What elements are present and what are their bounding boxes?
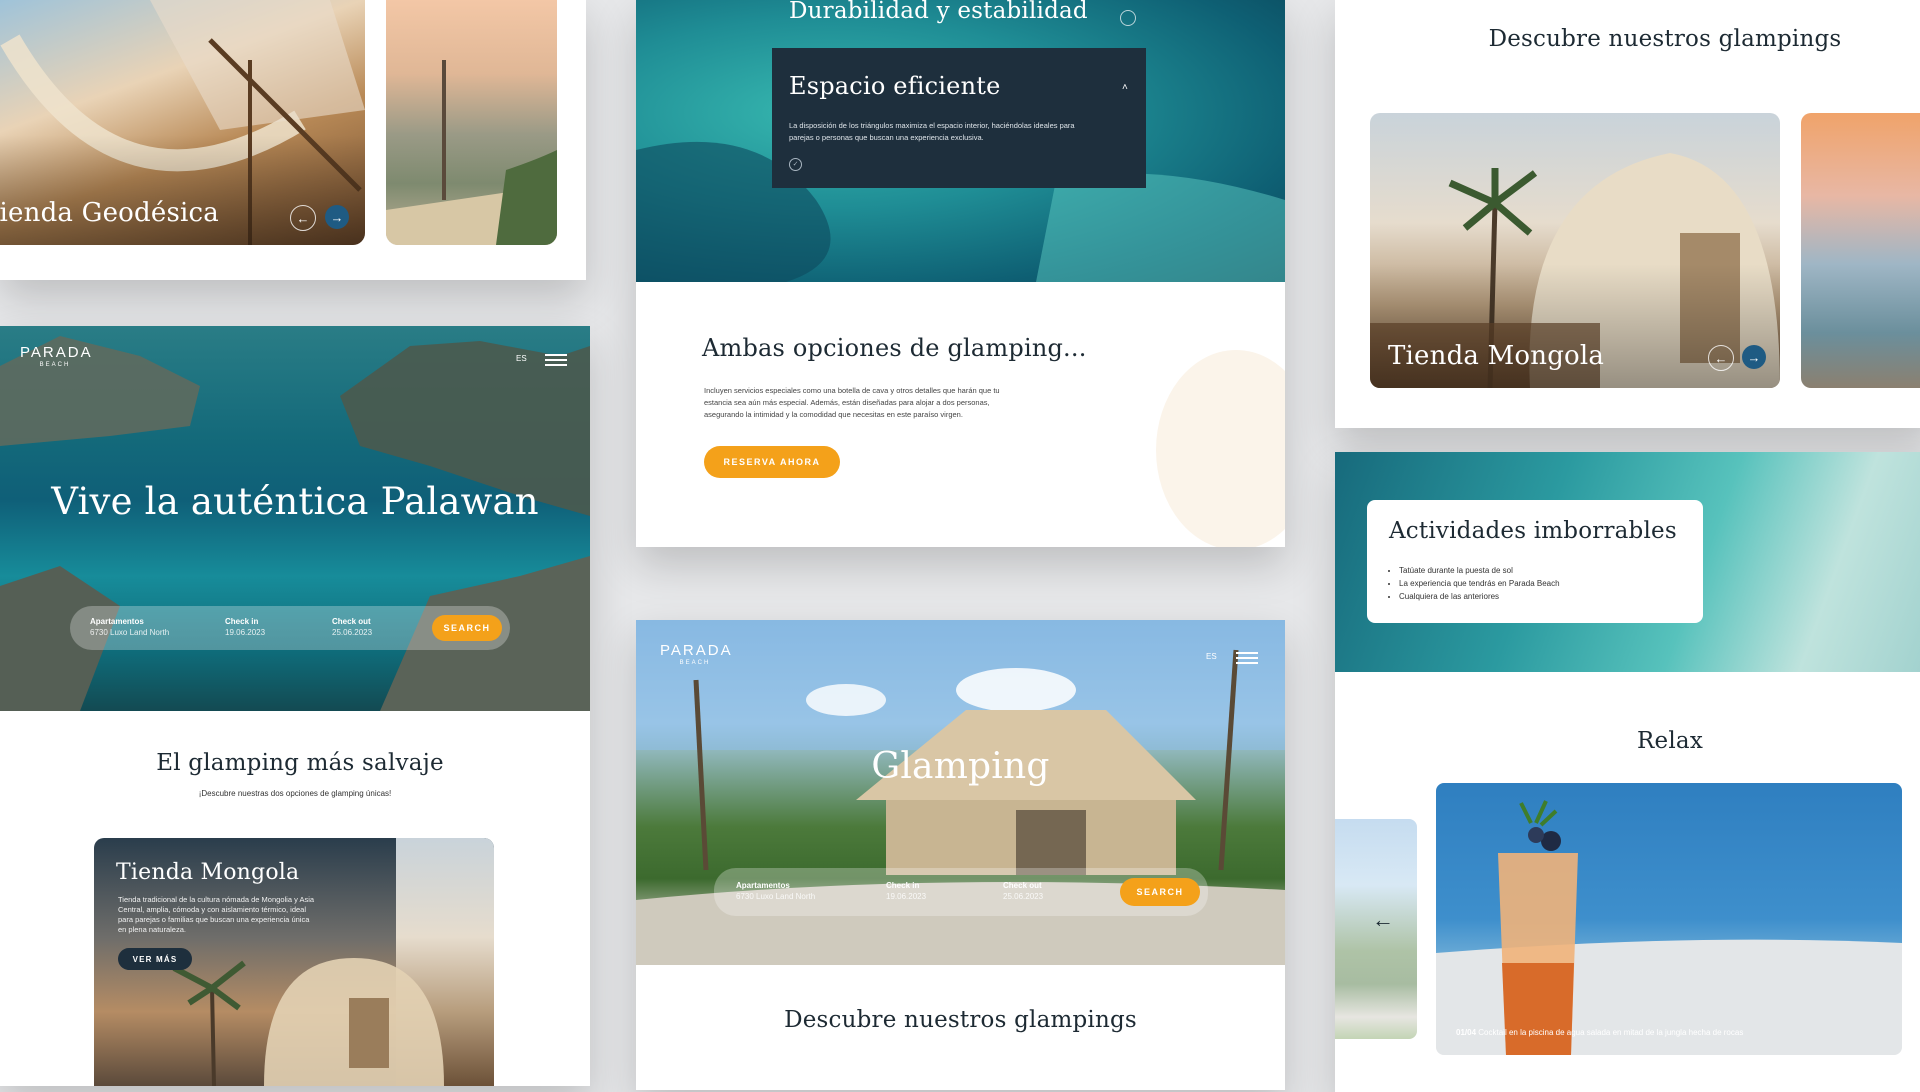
cocktail-photo: 01/04 Cocktail en la piscina de agua sal…: [1436, 783, 1902, 1055]
prev-arrow-icon-3[interactable]: ←: [1372, 907, 1394, 933]
prev-arrow-icon-2[interactable]: ←: [1708, 345, 1734, 371]
menu-icon[interactable]: [545, 354, 567, 366]
panel-title: Espacio eficiente: [789, 72, 1001, 100]
list-item: Cualquiera de las anteriores: [1399, 590, 1560, 603]
descubre-card: Descubre nuestros glampings Tienda Mongo…: [1335, 0, 1920, 428]
checkin-field-2[interactable]: Check in 19.06.2023: [886, 880, 926, 902]
mongola-slide-photo: Tienda Mongola ← →: [1370, 113, 1780, 388]
parada-logo[interactable]: PARADA BEACH: [20, 345, 93, 372]
section-subtitle: ¡Descubre nuestras dos opciones de glamp…: [198, 789, 392, 798]
aerial-sea-photo: Durabilidad y estabilidad Espacio eficie…: [636, 0, 1285, 282]
top-title: Durabilidad y estabilidad: [789, 0, 1088, 24]
hero-title: Vive la auténtica Palawan: [51, 480, 539, 523]
apartments-field-2[interactable]: Apartamentos 6730 Luxo Land North: [736, 880, 815, 902]
geodesica-card: Tienda Geodésica ← →: [0, 0, 586, 280]
list-item: Tatúate durante la puesta de sol: [1399, 564, 1560, 577]
booking-search-bar-2: Apartamentos 6730 Luxo Land North Check …: [714, 868, 1208, 916]
prev-arrow-icon[interactable]: ←: [290, 205, 316, 231]
ver-mas-button[interactable]: VER MÁS: [118, 948, 192, 970]
geodesica-next-photo: [386, 0, 557, 245]
checkout-field-2[interactable]: Check out 25.06.2023: [1003, 880, 1043, 902]
actividades-panel: Actividades imborrables Tatúate durante …: [1367, 500, 1703, 623]
checkout-field[interactable]: Check out 25.06.2023: [332, 616, 372, 638]
apartments-field[interactable]: Apartamentos 6730 Luxo Land North: [90, 616, 169, 638]
relax-title: Relax: [1637, 728, 1703, 754]
search-button[interactable]: SEARCH: [432, 615, 502, 641]
geodesica-photo: Tienda Geodésica ← →: [0, 0, 365, 245]
flower-decoration: [1156, 350, 1285, 547]
palawan-card: PARADA BEACH ES Vive la auténtica Palawa…: [0, 326, 590, 1086]
language-selector[interactable]: ES: [516, 354, 527, 363]
language-selector-2[interactable]: ES: [1206, 652, 1217, 661]
search-button-2[interactable]: SEARCH: [1120, 878, 1200, 906]
options-body: Incluyen servicios especiales como una b…: [704, 386, 1000, 419]
caption-text: Cocktail en la piscina de agua salada en…: [1478, 1028, 1744, 1037]
glamping-section-title: Descubre nuestros glampings: [784, 1007, 1137, 1033]
booking-search-bar: Apartamentos 6730 Luxo Land North Check …: [70, 606, 510, 650]
cocktail-caption: 01/04 Cocktail en la piscina de agua sal…: [1456, 1028, 1743, 1037]
actividades-card: Actividades imborrables Tatúate durante …: [1335, 452, 1920, 1092]
glamping-hero-title: Glamping: [871, 746, 1050, 787]
feature-text: Tienda tradicional de la cultura nómada …: [118, 895, 315, 934]
collapse-icon[interactable]: ˄: [1122, 82, 1128, 93]
geodesica-slide-title: Tienda Geodésica: [0, 198, 219, 228]
mongola-feature-photo: Tienda Mongola Tienda tradicional de la …: [94, 838, 494, 1086]
reserva-ahora-button[interactable]: RESERVA AHORA: [704, 446, 840, 478]
caption-index: 01/04: [1456, 1028, 1477, 1037]
menu-icon-2[interactable]: [1236, 652, 1258, 664]
options-heading: Ambas opciones de glamping...: [702, 334, 1087, 362]
descubre-title: Descubre nuestros glampings: [1488, 26, 1842, 52]
palawan-hero: PARADA BEACH ES Vive la auténtica Palawa…: [0, 326, 590, 711]
parada-logo-2[interactable]: PARADA BEACH: [660, 643, 733, 670]
checkin-field[interactable]: Check in 19.06.2023: [225, 616, 265, 638]
actividades-list: Tatúate durante la puesta de sol La expe…: [1389, 564, 1560, 603]
panel-text: La disposición de los triángulos maximiz…: [789, 121, 1075, 142]
plus-icon[interactable]: [1120, 10, 1136, 26]
actividades-title: Actividades imborrables: [1389, 518, 1677, 544]
espacio-card: Durabilidad y estabilidad Espacio eficie…: [636, 0, 1285, 547]
feature-title: Tienda Mongola: [116, 860, 300, 885]
next-arrow-icon-2[interactable]: →: [1742, 345, 1766, 369]
resort-next-photo: [1801, 113, 1920, 388]
next-arrow-icon[interactable]: →: [325, 205, 349, 229]
glamping-hero: PARADA BEACH ES Glamping Apartamentos 67…: [636, 620, 1285, 965]
glamping-card: PARADA BEACH ES Glamping Apartamentos 67…: [636, 620, 1285, 1090]
section-title: El glamping más salvaje: [156, 750, 444, 776]
cocktail-illustration: [1436, 800, 1902, 1055]
mongola-slide-title: Tienda Mongola: [1388, 341, 1605, 371]
espacio-panel: Espacio eficiente ˄ La disposición de lo…: [772, 48, 1146, 188]
check-circle-icon: ✓: [789, 158, 802, 171]
list-item: La experiencia que tendrás en Parada Bea…: [1399, 577, 1560, 590]
